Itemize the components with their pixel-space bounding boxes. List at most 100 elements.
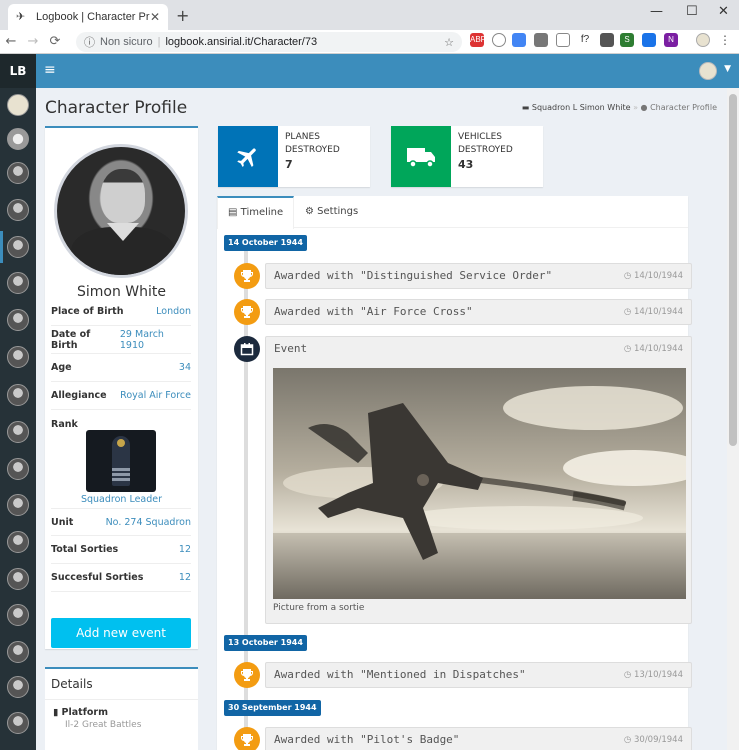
close-tab-icon[interactable]: ✕ xyxy=(150,10,160,24)
gray-extension-icon[interactable] xyxy=(534,33,548,47)
field-label: Place of Birth xyxy=(51,306,124,317)
epaulette-button xyxy=(117,439,125,447)
rank-value[interactable]: Squadron Leader xyxy=(45,494,198,505)
details-title: Details xyxy=(45,669,198,700)
field-value[interactable]: London xyxy=(156,306,191,317)
field-label: Rank xyxy=(51,418,78,430)
address-separator: | xyxy=(157,36,161,48)
trophy-icon xyxy=(234,299,260,325)
sidebar-pilot-10[interactable] xyxy=(7,494,29,516)
tab-timeline[interactable]: ▤ Timeline xyxy=(217,196,295,229)
rank-stripe xyxy=(112,478,130,481)
user-avatar[interactable] xyxy=(699,62,717,80)
url-text: logbook.ansirial.it/Character/73 xyxy=(165,36,318,48)
field-label: Date of Birth xyxy=(51,328,91,351)
stat-planes-destroyed: PLANES DESTROYED 7 xyxy=(218,126,370,187)
time-text: 14/10/1944 xyxy=(634,271,683,281)
portrait-face xyxy=(101,169,145,223)
field-label: Total Sorties xyxy=(51,544,119,555)
stat-value: 7 xyxy=(285,158,293,171)
sidebar-pilot-5[interactable] xyxy=(7,309,29,331)
sidebar-pilot-11[interactable] xyxy=(7,531,29,553)
new-tab-icon[interactable]: + xyxy=(176,6,189,25)
field-value[interactable]: 29 March 1910 xyxy=(120,329,191,351)
sidebar-pilot-2[interactable] xyxy=(7,199,29,221)
profile-avatar-icon[interactable] xyxy=(696,33,710,47)
browser-tab-title: Logbook | Character Profile xyxy=(36,11,150,23)
timeline-item-time: ◷ 14/10/1944 xyxy=(624,344,683,354)
dropper-extension-icon[interactable] xyxy=(600,33,614,47)
stat-value: 43 xyxy=(458,158,474,171)
sidebar-pilot-13[interactable] xyxy=(7,604,29,626)
rank-stripe xyxy=(112,473,130,476)
maximize-icon[interactable]: ☐ xyxy=(686,4,698,19)
sortie-photo[interactable] xyxy=(273,368,686,599)
address-bar[interactable]: ⓘ Non sicuro | logbook.ansirial.it/Chara… xyxy=(76,32,462,52)
bookmark-star-icon[interactable]: ☆ xyxy=(444,36,454,49)
reload-icon[interactable]: ⟳ xyxy=(44,34,66,49)
onenote-extension-icon[interactable]: N xyxy=(664,33,678,47)
timeline-item: Awarded with "Pilot's Badge" ◷ 30/09/194… xyxy=(265,727,692,750)
sidebar-pilot-9[interactable] xyxy=(7,458,29,480)
field-successful-sorties: Succesful Sorties 12 xyxy=(51,564,191,592)
field-value[interactable]: 12 xyxy=(179,572,191,583)
sidebar-pilot-3[interactable] xyxy=(0,231,29,263)
user-icon: ● xyxy=(640,103,648,112)
sidebar-pilot-7[interactable] xyxy=(7,384,29,406)
app-topbar: ≡ ▼ xyxy=(36,54,739,88)
minimize-icon[interactable]: — xyxy=(650,4,663,19)
browser-tab[interactable]: ✈ Logbook | Character Profile ✕ xyxy=(8,4,168,30)
calendar-icon xyxy=(234,336,260,362)
timeline-date-label: 14 October 1944 xyxy=(224,235,307,251)
rank-stripe xyxy=(112,468,130,471)
field-total-sorties: Total Sorties 12 xyxy=(51,536,191,564)
adblock-extension-icon[interactable]: ABP xyxy=(470,33,486,47)
shield-extension-icon[interactable] xyxy=(556,33,570,47)
timeline-icon: ▤ xyxy=(228,207,238,218)
beta-extension-icon[interactable] xyxy=(642,33,656,47)
circle-extension-icon[interactable] xyxy=(492,33,506,47)
breadcrumb-parent[interactable]: Squadron L Simon White xyxy=(532,103,631,112)
field-value[interactable]: 34 xyxy=(179,362,191,373)
sidebar-pilot-14[interactable] xyxy=(7,641,29,663)
sidebar-pilot-1[interactable] xyxy=(7,162,29,184)
trophy-icon xyxy=(234,263,260,289)
time-text: 13/10/1944 xyxy=(634,670,683,680)
sidebar-pilot-6[interactable] xyxy=(7,346,29,368)
info-icon[interactable]: ⓘ xyxy=(84,34,95,50)
add-new-event-button[interactable]: Add new event xyxy=(51,618,191,648)
timeline-item: Awarded with "Air Force Cross" ◷ 14/10/1… xyxy=(265,299,692,325)
tab-bar: ▤ Timeline ⚙ Settings xyxy=(217,196,688,229)
sidebar-pilot-8[interactable] xyxy=(7,421,29,443)
timeline-item: Awarded with "Mentioned in Dispatches" ◷… xyxy=(265,662,692,688)
close-window-icon[interactable]: ✕ xyxy=(718,4,729,19)
s-extension-icon[interactable]: S xyxy=(620,33,634,47)
scrollbar-thumb[interactable] xyxy=(729,94,737,446)
back-icon[interactable]: ← xyxy=(0,34,22,49)
field-value[interactable]: Royal Air Force xyxy=(120,390,191,401)
clock-icon: ◷ xyxy=(623,735,632,745)
gears-icon: ⚙ xyxy=(305,206,314,217)
truck-icon xyxy=(391,126,451,187)
sidebar-pilot-15[interactable] xyxy=(7,676,29,698)
timeline-date-label: 30 September 1944 xyxy=(224,700,321,716)
function-extension-icon[interactable]: f? xyxy=(578,33,592,47)
sidebar-pilot-12[interactable] xyxy=(7,568,29,590)
tab-settings[interactable]: ⚙ Settings xyxy=(295,196,368,228)
field-value[interactable]: 12 xyxy=(179,544,191,555)
squadron-emblem-icon[interactable] xyxy=(7,94,29,116)
forward-icon[interactable]: → xyxy=(22,34,44,49)
more-menu-icon[interactable]: ⋮ xyxy=(718,33,732,47)
sidebar-pilot-16[interactable] xyxy=(7,712,29,734)
timeline-item-time: ◷ 30/09/1944 xyxy=(624,735,683,745)
page-scrollbar[interactable] xyxy=(727,88,739,750)
sidebar-pilot-4[interactable] xyxy=(7,272,29,294)
app-brand-logo[interactable]: LB xyxy=(0,54,36,88)
dashboard-gauge-icon[interactable] xyxy=(7,128,29,150)
blue-extension-icon[interactable] xyxy=(512,33,526,47)
breadcrumb: ▬ Squadron L Simon White » ● Character P… xyxy=(522,103,717,112)
menu-toggle-icon[interactable]: ≡ xyxy=(44,62,56,78)
chevron-down-icon[interactable]: ▼ xyxy=(724,64,731,74)
field-value[interactable]: No. 274 Squadron xyxy=(106,517,191,528)
platform-value: Il-2 Great Battles xyxy=(65,720,142,730)
